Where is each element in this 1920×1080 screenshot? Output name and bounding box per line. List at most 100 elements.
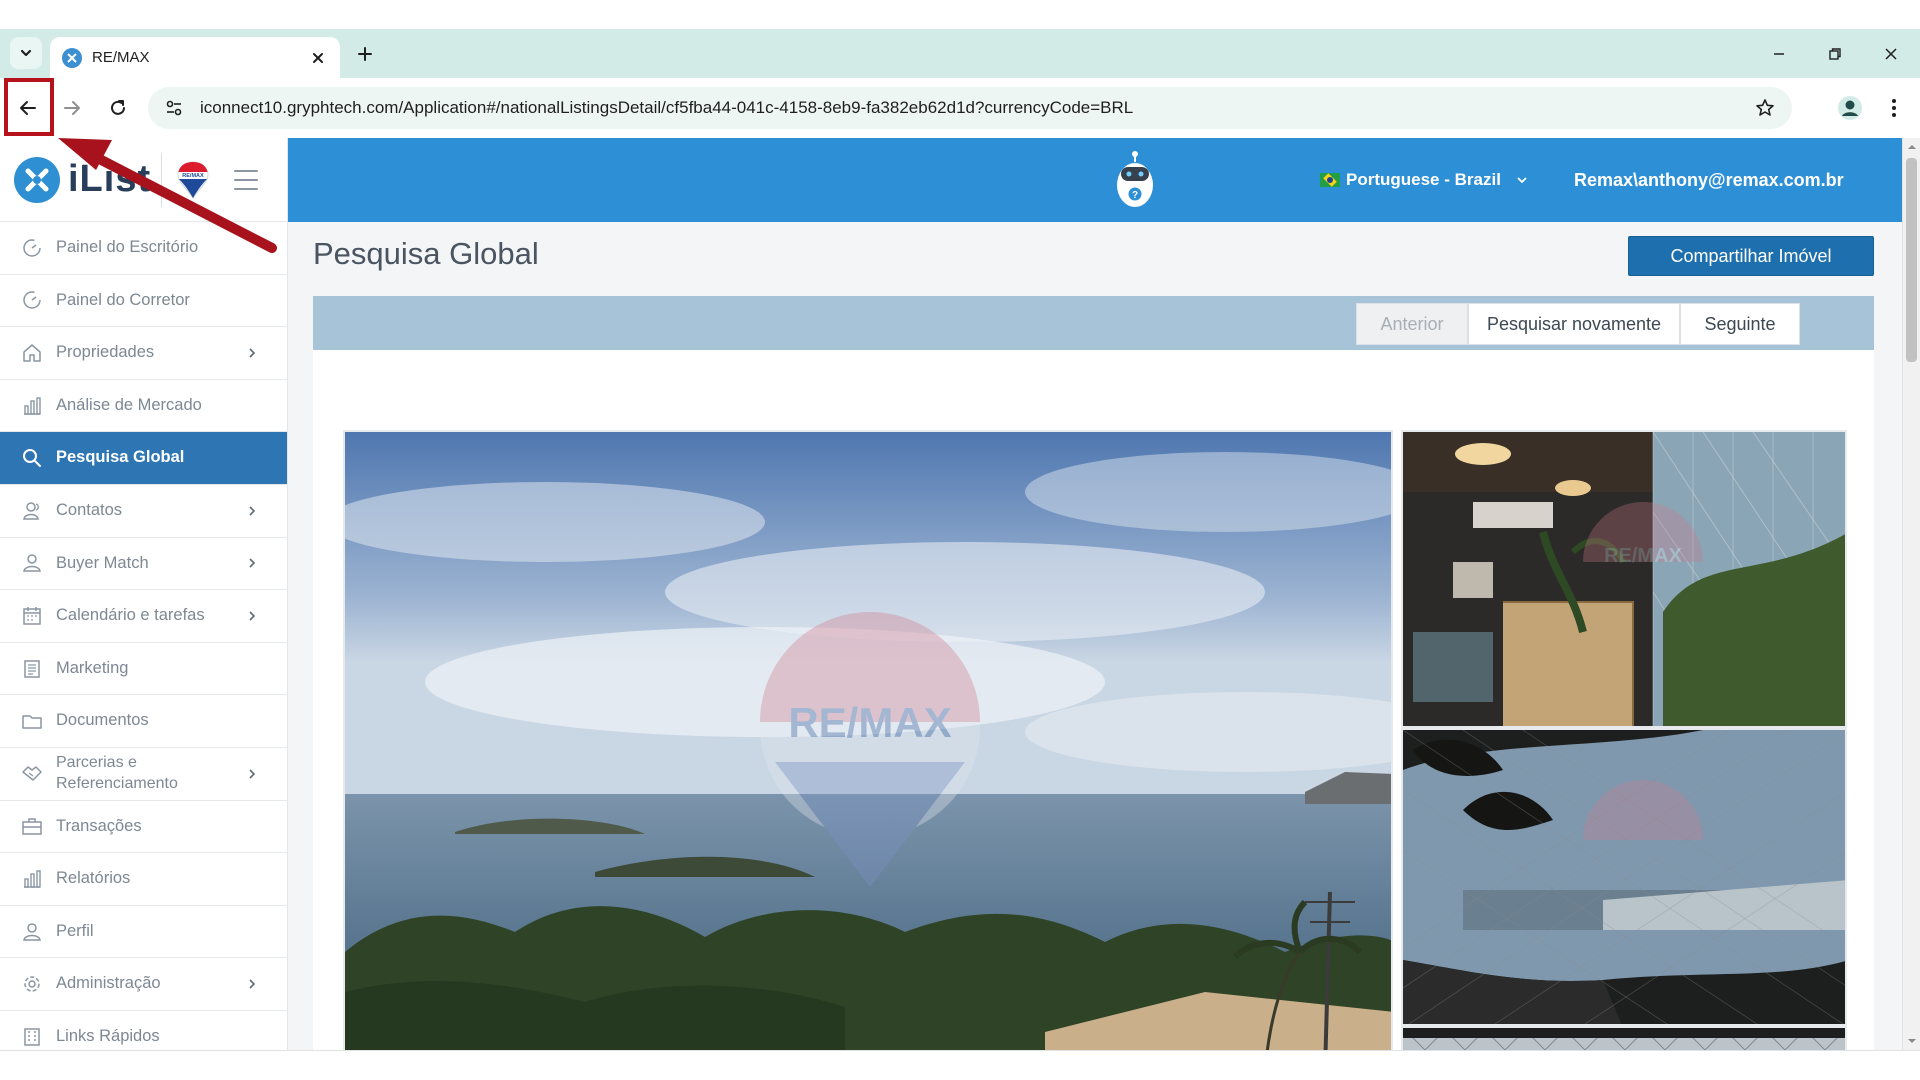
page-scrollbar[interactable] xyxy=(1902,138,1920,1050)
sidebar-item-analise-mercado[interactable]: Análise de Mercado xyxy=(0,380,287,433)
partial-image xyxy=(1403,1028,1845,1050)
user-menu[interactable]: Remax\anthony@remax.com.br xyxy=(1574,138,1844,222)
sidebar-item-perfil[interactable]: Perfil xyxy=(0,906,287,959)
language-label: Portuguese - Brazil xyxy=(1346,170,1501,189)
newspaper-icon xyxy=(20,657,44,681)
menu-toggle-button[interactable] xyxy=(234,169,259,190)
reload-button[interactable] xyxy=(102,92,134,124)
browser-tab-bar: RE/MAX xyxy=(0,29,1920,78)
chevron-right-icon xyxy=(245,504,259,518)
restore-icon xyxy=(1829,48,1841,60)
sidebar-item-transacoes[interactable]: Transações xyxy=(0,801,287,854)
close-icon xyxy=(313,52,323,63)
url-text[interactable]: iconnect10.gryphtech.com/Application#/na… xyxy=(200,98,1752,118)
window-close-button[interactable] xyxy=(1876,39,1906,69)
plus-icon xyxy=(358,47,372,61)
brand-divider xyxy=(161,152,163,207)
sidebar-item-label: Relatórios xyxy=(56,869,131,888)
sidebar-item-parcerias[interactable]: Parcerias e Referenciamento xyxy=(0,748,287,801)
sidebar-item-label: Marketing xyxy=(56,658,129,677)
sidebar-item-pesquisa-global[interactable]: Pesquisa Global xyxy=(0,432,287,485)
user-icon xyxy=(20,551,44,575)
minimize-button[interactable] xyxy=(1764,39,1794,69)
sidebar-item-marketing[interactable]: Marketing xyxy=(0,643,287,696)
sidebar-item-painel-escritorio[interactable]: Painel do Escritório xyxy=(0,222,287,275)
sidebar-item-label: Links Rápidos xyxy=(56,1026,160,1045)
scroll-up-arrow-icon[interactable] xyxy=(1907,142,1917,152)
sidebar-item-label: Documentos xyxy=(56,711,149,730)
bar-chart-icon xyxy=(20,867,44,891)
language-selector[interactable]: Portuguese - Brazil xyxy=(1320,138,1529,222)
app-header: ? Portuguese - Brazil Remax\anthony@rema… xyxy=(288,138,1920,1050)
sidebar-item-label: Painel do Corretor xyxy=(56,290,190,309)
gauge-icon xyxy=(20,288,44,312)
forward-button[interactable] xyxy=(56,92,88,124)
home-icon xyxy=(20,341,44,365)
sidebar-item-buyer-match[interactable]: Buyer Match xyxy=(0,538,287,591)
sidebar-item-relatorios[interactable]: Relatórios xyxy=(0,853,287,906)
sidebar-item-label: Análise de Mercado xyxy=(56,395,202,414)
listing-photo-partial[interactable] xyxy=(1401,1026,1847,1050)
browser-menu-button[interactable] xyxy=(1880,92,1908,124)
profile-button[interactable] xyxy=(1834,92,1866,124)
site-info-icon[interactable] xyxy=(162,96,186,120)
sidebar-item-links-rapidos[interactable]: Links Rápidos xyxy=(0,1011,287,1050)
brand-bar: iList RE/MAX xyxy=(0,138,287,222)
listing-photo-balcony[interactable]: RE/MAX xyxy=(1401,430,1847,728)
search-icon xyxy=(20,446,44,470)
listing-photo-window-view[interactable] xyxy=(1401,728,1847,1026)
hamburger-line xyxy=(234,169,259,172)
scroll-down-arrow-icon[interactable] xyxy=(1907,1036,1917,1046)
hamburger-line xyxy=(234,187,259,190)
calendar-icon xyxy=(20,604,44,628)
folder-icon xyxy=(20,709,44,733)
hamburger-line xyxy=(234,178,259,181)
share-property-button[interactable]: Compartilhar Imóvel xyxy=(1628,236,1874,276)
remax-balloon-icon: RE/MAX xyxy=(177,160,209,199)
brazil-flag-icon xyxy=(1320,173,1340,187)
ocean-view-image: RE/MAX xyxy=(345,432,1391,1050)
tab-search-button[interactable] xyxy=(10,37,42,69)
sidebar-item-label: Painel do Escritório xyxy=(56,238,199,257)
previous-button[interactable]: Anterior xyxy=(1356,303,1468,345)
sidebar-item-contatos[interactable]: Contatos xyxy=(0,485,287,538)
new-tab-button[interactable] xyxy=(352,41,378,67)
ilist-logo-icon[interactable] xyxy=(14,156,60,203)
screen: RE/MAX iconnect10.gryphtech.com/Applicat… xyxy=(0,0,1920,1080)
help-bot-icon[interactable]: ? xyxy=(1106,150,1164,212)
sidebar-item-label: Parcerias e Referenciamento xyxy=(56,753,245,795)
chevron-down-icon xyxy=(1515,173,1529,187)
page-title: Pesquisa Global xyxy=(313,236,539,271)
sidebar-item-label: Pesquisa Global xyxy=(56,448,185,467)
browser-tab[interactable]: RE/MAX xyxy=(50,37,340,78)
tab-close-button[interactable] xyxy=(308,48,328,68)
tab-title: RE/MAX xyxy=(92,49,150,66)
sidebar-item-administracao[interactable]: Administração xyxy=(0,958,287,1011)
back-button-highlight xyxy=(4,78,54,136)
main-listing-photo[interactable]: RE/MAX xyxy=(343,430,1393,1050)
bookmark-star-button[interactable] xyxy=(1752,95,1778,121)
close-icon xyxy=(1885,48,1897,60)
svg-text:RE/MAX: RE/MAX xyxy=(788,699,951,746)
main-content: Pesquisa Global Compartilhar Imóvel Ante… xyxy=(288,222,1902,1050)
sidebar-item-painel-corretor[interactable]: Painel do Corretor xyxy=(0,275,287,328)
user-icon xyxy=(20,920,44,944)
reload-icon xyxy=(111,100,125,115)
balcony-image: RE/MAX xyxy=(1403,432,1845,726)
svg-text:RE/MAX: RE/MAX xyxy=(1604,545,1682,567)
address-bar[interactable]: iconnect10.gryphtech.com/Application#/na… xyxy=(148,87,1792,129)
sidebar-item-calendario[interactable]: Calendário e tarefas xyxy=(0,590,287,643)
restore-button[interactable] xyxy=(1820,39,1850,69)
scrollbar-thumb[interactable] xyxy=(1906,158,1917,362)
sidebar-item-documentos[interactable]: Documentos xyxy=(0,695,287,748)
sidebar-item-label: Perfil xyxy=(56,921,94,940)
next-button[interactable]: Seguinte xyxy=(1680,303,1800,345)
gear-icon xyxy=(20,972,44,996)
arrow-right-icon xyxy=(64,101,80,115)
svg-text:?: ? xyxy=(1132,190,1138,201)
briefcase-icon xyxy=(20,814,44,838)
sidebar-item-label-line2: Referenciamento xyxy=(56,774,178,792)
search-again-button[interactable]: Pesquisar novamente xyxy=(1468,303,1680,345)
sidebar-item-propriedades[interactable]: Propriedades xyxy=(0,327,287,380)
minimize-icon xyxy=(1774,53,1784,55)
